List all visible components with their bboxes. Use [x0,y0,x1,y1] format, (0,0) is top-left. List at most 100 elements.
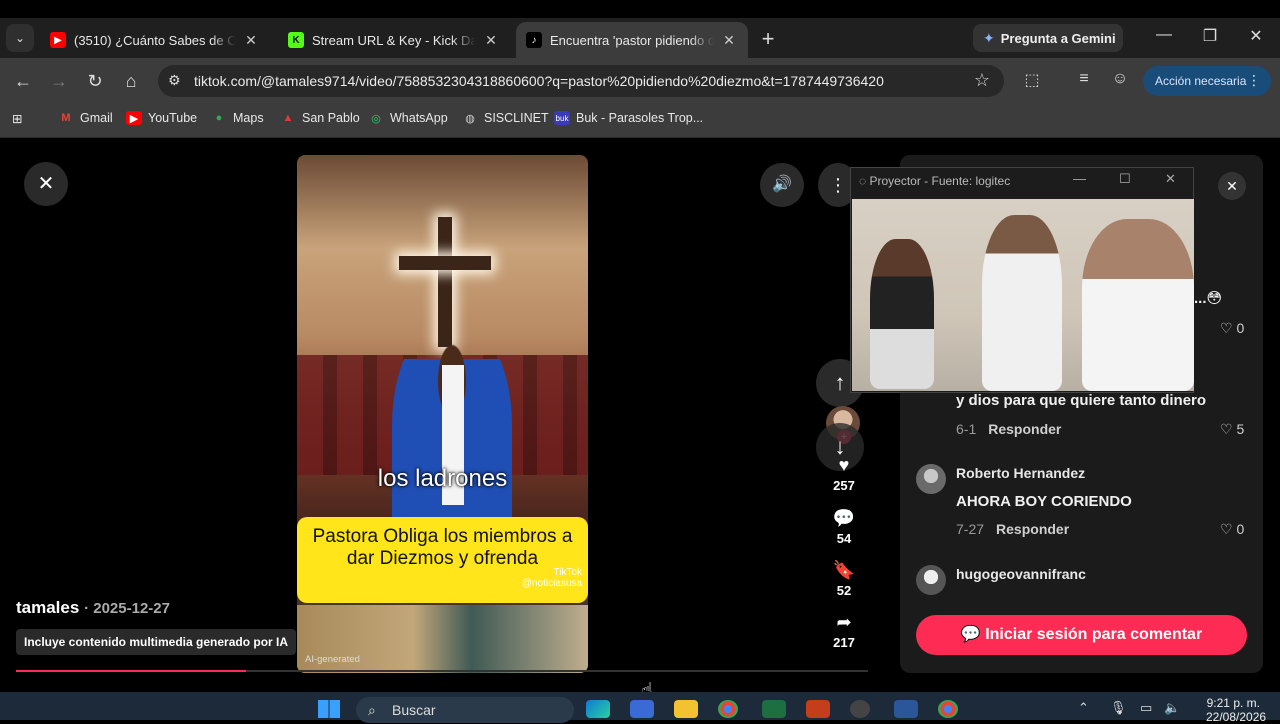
heart-icon: ♥ [838,455,850,475]
speaker-icon[interactable]: 🔈 [1164,700,1180,716]
close-tab-icon[interactable]: ✕ [720,32,738,49]
clock-time: 9:21 p. m. [1206,696,1260,710]
comment-like[interactable]: ♡ 5 [1220,421,1244,438]
comment-username[interactable]: hugogeovannifranc [956,566,1086,582]
author-name[interactable]: tamales [16,598,79,617]
network-icon[interactable]: ▭ [1140,700,1152,716]
word-icon[interactable] [894,700,918,718]
close-comments-icon[interactable]: ✕ [1218,172,1246,200]
comment-button[interactable]: 💬 54 [820,507,868,546]
kick-icon: K [288,32,304,48]
restore-button[interactable]: ❐ [1187,26,1233,46]
watermark-handle: @noticiasusa [521,578,582,589]
close-window-button[interactable]: ✕ [1233,26,1279,46]
excel-icon[interactable] [762,700,786,718]
chrome-icon[interactable] [718,700,738,718]
video-player[interactable]: los ladrones Pastora Obliga los miembros… [297,155,588,673]
globe-icon: ◍ [465,112,475,125]
close-window-button[interactable]: ✕ [1165,171,1176,187]
save-button[interactable]: 🔖 52 [820,559,868,598]
like-button[interactable]: ♥ 257 [820,454,868,493]
bookmark-maps[interactable]: ● Maps [211,111,264,125]
person-left [870,239,934,389]
bookmark-icon: 🔖 [832,560,856,580]
address-bar[interactable]: ⚙ tiktok.com/@tamales9714/video/75885323… [158,65,1004,97]
minimize-button[interactable]: — [1141,26,1187,44]
login-to-comment-button[interactable]: 💬 Iniciar sesión para comentar [916,615,1247,655]
reply-button[interactable]: Responder [988,421,1061,437]
bookmark-label: WhatsApp [390,111,448,125]
bookmark-whatsapp[interactable]: ◎ WhatsApp [368,111,448,125]
video-progress-bar[interactable] [16,670,868,672]
video-author[interactable]: tamales · 2025-12-27 [16,598,170,618]
bookmark-star-icon[interactable]: ☆ [974,70,990,91]
tab-title: Encuentra 'pastor pidiendo diezmo' [550,32,714,48]
tab-youtube[interactable]: ▶ (3510) ¿Cuánto Sabes de CULTURA ✕ [40,22,270,58]
file-explorer-icon[interactable] [674,700,698,718]
browser-toolbar: ← → ↻ ⌂ ⚙ tiktok.com/@tamales9714/video/… [0,58,1280,104]
bookmark-gmail[interactable]: M Gmail [58,111,112,125]
person-center [982,215,1062,391]
person-right [1082,219,1194,391]
windows-start-icon[interactable] [318,700,340,718]
bookmark-san-pablo[interactable]: ▲ San Pablo [280,111,360,125]
chrome-active-icon[interactable] [938,700,958,718]
volume-icon[interactable]: 🔊 [760,163,804,207]
edge-icon[interactable] [586,700,610,718]
windows-taskbar: ⌕ Buscar ⌃ 🎙 ▭ 🔈 9:21 p. m. 22/08/2026 [0,692,1280,724]
avatar[interactable] [916,565,946,595]
screen-top-strip [0,0,1280,18]
tray-chevron-icon[interactable]: ⌃ [1078,700,1089,716]
comment-like-count: 0 [1236,320,1245,336]
gmail-icon: M [61,112,71,124]
tab-search-button[interactable]: ⌄ [6,24,34,52]
tab-title: (3510) ¿Cuánto Sabes de CULTURA [74,32,236,48]
extensions-icon[interactable]: ⬚ [1020,70,1044,90]
ai-generated-label: AI-generated [305,654,360,665]
video-overlay-text: los ladrones [377,465,508,492]
url-text[interactable]: tiktok.com/@tamales9714/video/7588532304… [194,73,884,89]
bookmark-buk[interactable]: buk Buk - Parasoles Trop... [554,111,703,125]
comment-like[interactable]: ♡ 0 [1220,521,1244,538]
minimize-button[interactable]: — [1073,171,1086,186]
tab-tiktok[interactable]: ♪ Encuentra 'pastor pidiendo diezmo' ✕ [516,22,748,58]
new-tab-button[interactable]: + [756,26,780,52]
share-button[interactable]: ➦ 217 [820,611,868,650]
gemini-button[interactable]: ✦ Pregunta a Gemini [973,24,1123,52]
taskbar-search[interactable]: ⌕ Buscar [356,697,574,723]
reload-icon[interactable]: ↻ [82,68,108,94]
bookmark-youtube[interactable]: ▶ YouTube [126,111,197,125]
bookmarks-bar: ⊞ M Gmail ▶ YouTube ● Maps ▲ San Pablo ◎… [0,104,1280,138]
close-tab-icon[interactable]: ✕ [482,32,500,49]
save-count: 52 [836,583,852,598]
comment-text: AHORA BOY CORIENDO [956,493,1132,510]
tab-kick[interactable]: K Stream URL & Key - Kick Dashboard ✕ [278,22,510,58]
powerpoint-icon[interactable] [806,700,830,718]
comment-username[interactable]: Roberto Hernandez [956,465,1085,481]
bookmark-sisclinet[interactable]: ◍ SISCLINET [462,111,548,125]
action-needed-button[interactable]: Acción necesaria ⋮ [1143,66,1271,96]
microphone-icon[interactable]: 🎙 [1110,700,1127,716]
obs-icon[interactable] [850,700,870,718]
bookmark-label: Buk - Parasoles Trop... [576,111,704,125]
menu-dots-icon[interactable]: ⋮ [1247,72,1261,89]
close-tab-icon[interactable]: ✕ [242,32,260,49]
apps-grid-icon[interactable]: ⊞ [12,111,22,126]
forward-icon[interactable]: → [46,68,72,94]
back-icon[interactable]: ← [10,68,36,94]
comment-like[interactable]: ♡ 0 [1220,320,1244,337]
cross-icon-bar [399,256,491,270]
maximize-button[interactable]: ☐ [1119,171,1131,187]
projector-title-text: Proyector - Fuente: logitec [869,174,1011,188]
video-caption-box: Pastora Obliga los miembros a dar Diezmo… [297,517,588,603]
site-info-icon[interactable]: ⚙ [168,72,181,89]
media-control-icon[interactable]: ≡ [1072,70,1096,88]
avatar[interactable] [916,464,946,494]
projector-window[interactable]: ◌ Proyector - Fuente: logitec — ☐ ✕ [850,167,1194,393]
home-icon[interactable]: ⌂ [118,68,144,94]
maps-pin-icon: ● [215,112,223,124]
close-video-button[interactable]: ✕ [24,162,68,206]
store-icon[interactable] [630,700,654,718]
profile-avatar[interactable]: ☺ [1108,70,1132,88]
reply-button[interactable]: Responder [996,521,1069,537]
